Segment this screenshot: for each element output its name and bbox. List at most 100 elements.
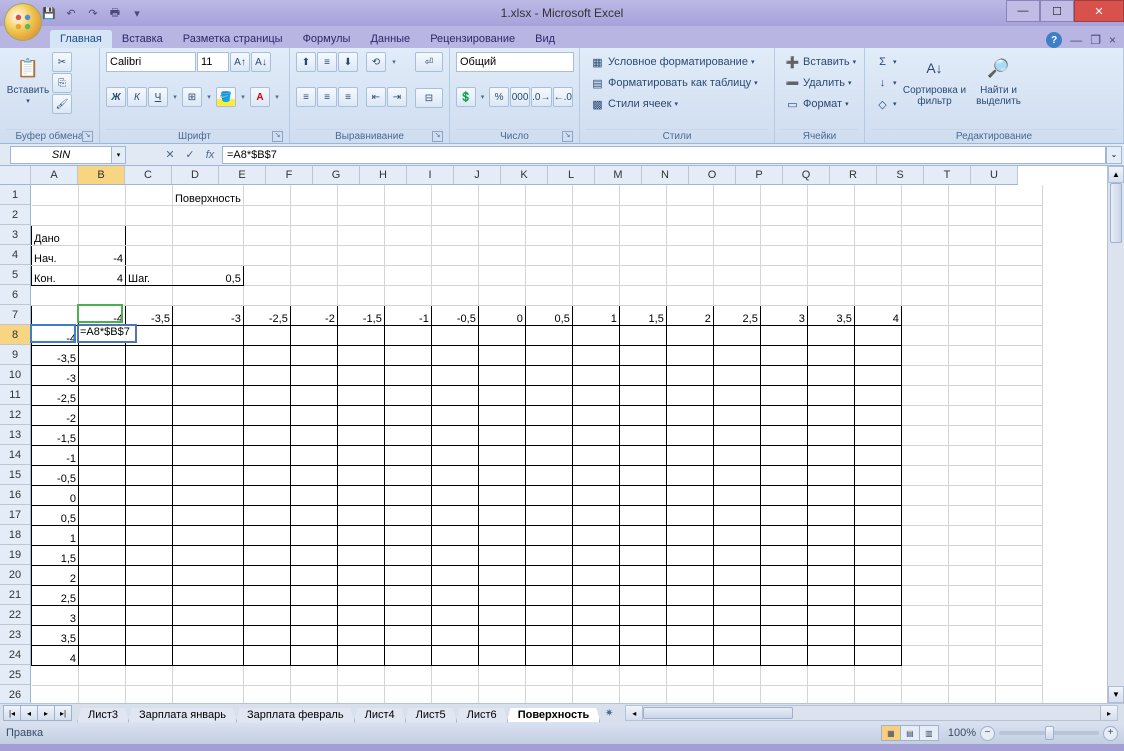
cell-I7[interactable]: -0,5 [431,305,478,325]
cell-U21[interactable] [995,585,1042,605]
tab-nav-next[interactable]: ▸ [37,705,55,721]
cell-E10[interactable] [243,365,290,385]
font-launcher[interactable]: ↘ [272,131,283,142]
cell-B19[interactable] [79,545,126,565]
cell-E8[interactable] [243,325,290,345]
cell-J19[interactable] [478,545,525,565]
print-icon[interactable]: 🖶 [106,4,124,22]
cell-M21[interactable] [619,585,666,605]
cell-U11[interactable] [995,385,1042,405]
cell-A7[interactable] [32,305,79,325]
cell-O19[interactable] [713,545,760,565]
cell-Q16[interactable] [807,485,854,505]
shrink-font-button[interactable]: A↓ [251,52,271,72]
cell-A5[interactable]: Кон. [32,265,79,285]
cell-P8[interactable] [760,325,807,345]
cell-U26[interactable] [995,685,1042,703]
cell-F13[interactable] [290,425,337,445]
cell-N23[interactable] [666,625,713,645]
cell-B18[interactable] [79,525,126,545]
restore-workbook-icon[interactable]: ❐ [1090,33,1101,47]
cell-M9[interactable] [619,345,666,365]
cell-K8[interactable] [525,325,572,345]
cell-P12[interactable] [760,405,807,425]
maximize-button[interactable]: ☐ [1040,0,1074,22]
cell-C11[interactable] [126,385,173,405]
cell-B5[interactable]: 4 [79,265,126,285]
cell-B13[interactable] [79,425,126,445]
cell-M3[interactable] [619,225,666,245]
column-header-A[interactable]: A [31,166,78,184]
cell-N4[interactable] [666,245,713,265]
cell-U16[interactable] [995,485,1042,505]
cell-I9[interactable] [431,345,478,365]
row-header-14[interactable]: 14 [0,445,30,465]
cell-N18[interactable] [666,525,713,545]
align-center-button[interactable]: ≡ [317,87,337,107]
comma-button[interactable]: 000 [510,87,530,107]
cell-J17[interactable] [478,505,525,525]
cell-R16[interactable] [854,485,901,505]
row-header-20[interactable]: 20 [0,565,30,585]
cell-C20[interactable] [126,565,173,585]
cell-B24[interactable] [79,645,126,665]
cell-R25[interactable] [854,665,901,685]
cell-I23[interactable] [431,625,478,645]
cell-U4[interactable] [995,245,1042,265]
cell-T15[interactable] [948,465,995,485]
currency-button[interactable]: 💲 [456,87,476,107]
cell-L26[interactable] [572,685,619,703]
cell-F8[interactable] [290,325,337,345]
save-icon[interactable]: 💾 [40,4,58,22]
cell-H4[interactable] [384,245,431,265]
cell-A24[interactable]: 4 [32,645,79,665]
cell-J26[interactable] [478,685,525,703]
number-launcher[interactable]: ↘ [562,131,573,142]
cell-I26[interactable] [431,685,478,703]
cell-J4[interactable] [478,245,525,265]
row-header-1[interactable]: 1 [0,185,30,205]
cell-D4[interactable] [173,245,244,265]
cell-C13[interactable] [126,425,173,445]
cell-K18[interactable] [525,525,572,545]
align-bottom-button[interactable]: ⬇ [338,52,358,72]
cell-T9[interactable] [948,345,995,365]
cell-K19[interactable] [525,545,572,565]
cell-B1[interactable] [79,185,126,205]
cell-F14[interactable] [290,445,337,465]
cell-M10[interactable] [619,365,666,385]
copy-button[interactable]: ⎘ [52,73,72,93]
cell-F3[interactable] [290,225,337,245]
cell-E23[interactable] [243,625,290,645]
cell-J5[interactable] [478,265,525,285]
cell-Q12[interactable] [807,405,854,425]
cell-O7[interactable]: 2,5 [713,305,760,325]
cell-A16[interactable]: 0 [32,485,79,505]
border-button[interactable]: ⊞ [182,87,202,107]
cell-G21[interactable] [337,585,384,605]
column-header-J[interactable]: J [454,166,501,184]
cell-D13[interactable] [173,425,244,445]
minimize-button[interactable]: — [1006,0,1040,22]
cell-D14[interactable] [173,445,244,465]
cell-G15[interactable] [337,465,384,485]
cell-F20[interactable] [290,565,337,585]
cell-G23[interactable] [337,625,384,645]
cell-A17[interactable]: 0,5 [32,505,79,525]
cell-Q23[interactable] [807,625,854,645]
column-header-L[interactable]: L [548,166,595,184]
cell-M20[interactable] [619,565,666,585]
cell-G14[interactable] [337,445,384,465]
cell-M15[interactable] [619,465,666,485]
cell-G20[interactable] [337,565,384,585]
cell-S18[interactable] [901,525,948,545]
redo-icon[interactable]: ↷ [84,4,102,22]
cell-T18[interactable] [948,525,995,545]
cell-D2[interactable] [173,205,244,225]
row-header-4[interactable]: 4 [0,245,30,265]
cell-E25[interactable] [243,665,290,685]
row-header-13[interactable]: 13 [0,425,30,445]
cell-D23[interactable] [173,625,244,645]
cell-E7[interactable]: -2,5 [243,305,290,325]
cell-B9[interactable] [79,345,126,365]
